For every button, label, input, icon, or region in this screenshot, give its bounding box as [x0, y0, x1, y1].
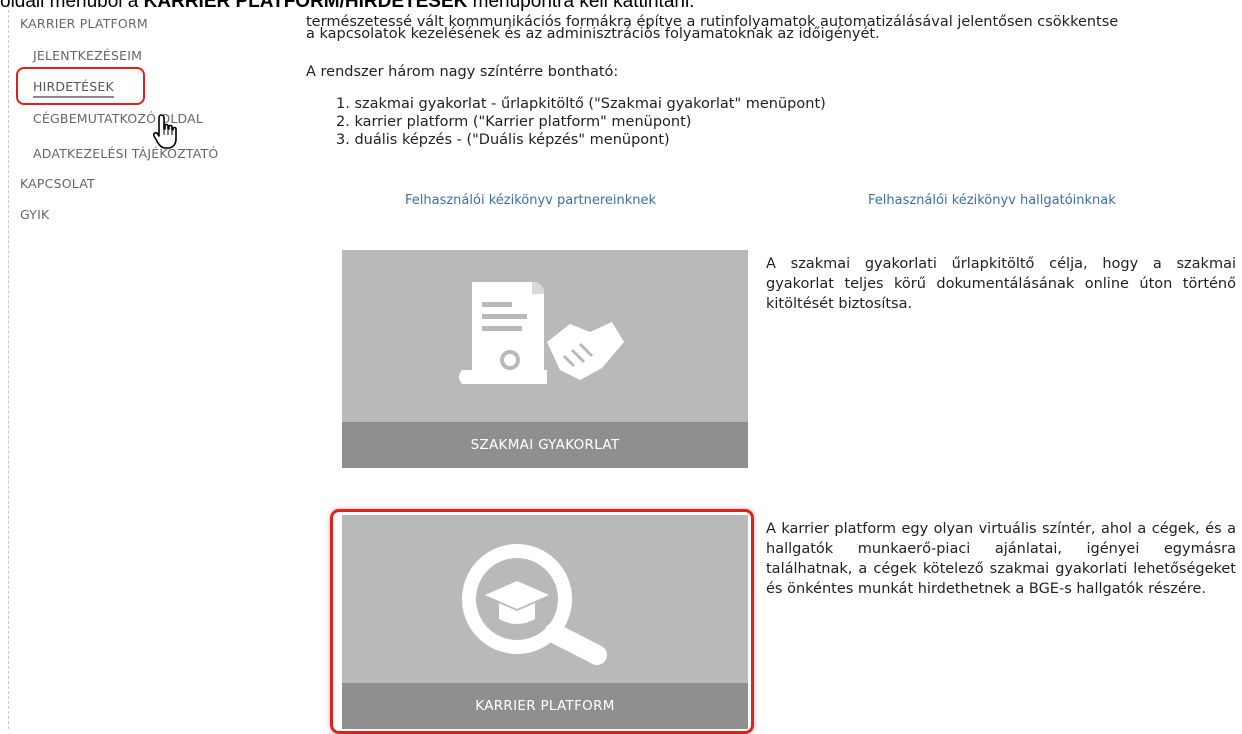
caption-prefix: oldali menüből a: [0, 0, 144, 12]
list-item: 1. szakmai gyakorlat - űrlapkitöltő ("Sz…: [336, 96, 826, 112]
sidebar-item-label: KARRIER PLATFORM: [20, 16, 148, 31]
caption-suffix: menüpontra kell kattintani.: [467, 0, 695, 12]
sidebar-item-karrier-platform[interactable]: KARRIER PLATFORM: [20, 16, 148, 31]
document-handshake-icon: [459, 282, 624, 384]
caption-bold: KARRIER PLATFORM/HIRDETÉSEK: [143, 0, 468, 12]
sidebar-item-jelentkezeseim[interactable]: JELENTKEZÉSEIM: [33, 48, 142, 63]
tile-label: SZAKMAI GYAKORLAT: [342, 422, 748, 468]
szakmai-gyakorlat-tile[interactable]: SZAKMAI GYAKORLAT: [342, 250, 748, 468]
sidebar-item-gyik[interactable]: GYIK: [20, 207, 49, 222]
sidebar-item-label: KAPCSOLAT: [20, 176, 95, 191]
sidebar-item-label: JELENTKEZÉSEIM: [33, 48, 143, 63]
areas-heading: A rendszer három nagy színtérre bontható…: [306, 64, 619, 80]
instruction-caption: oldali menüből a KARRIER PLATFORM/HIRDET…: [0, 0, 694, 13]
karrier-platform-description: A karrier platform egy olyan virtuális s…: [766, 521, 1236, 597]
main-content: természetessé vált kommunikációs formákr…: [306, 0, 1242, 734]
sidebar-item-adatkezelesi-tajekoztato[interactable]: ADATKEZELÉSI TÁJÉKOZTATÓ: [33, 146, 218, 161]
sidebar-divider: [8, 0, 10, 729]
sidebar: KARRIER PLATFORM JELENTKEZÉSEIM HIRDETÉS…: [0, 0, 300, 729]
highlight-box-hirdetesek: [16, 67, 145, 105]
manual-partners-link[interactable]: Felhasználói kézikönyv partnereinknek: [405, 193, 656, 208]
highlight-box-karrier-platform: [330, 509, 754, 734]
intro-line-2: a kapcsolatok kezelésének és az adminisz…: [306, 26, 880, 42]
sidebar-item-kapcsolat[interactable]: KAPCSOLAT: [20, 176, 95, 191]
sidebar-item-label: ADATKEZELÉSI TÁJÉKOZTATÓ: [33, 146, 219, 161]
manual-students-link[interactable]: Felhasználói kézikönyv hallgatóinknak: [868, 193, 1116, 208]
areas-list: 1. szakmai gyakorlat - űrlapkitöltő ("Sz…: [336, 95, 826, 149]
hand-pointer-icon: [152, 114, 177, 149]
list-item: 3. duális képzés - ("Duális képzés" menü…: [336, 132, 670, 148]
sidebar-item-label: GYIK: [20, 207, 50, 222]
szakmai-gyakorlat-description: A szakmai gyakorlati űrlapkitöltő célja,…: [766, 256, 1236, 312]
list-item: 2. karrier platform ("Karrier platform" …: [336, 114, 692, 130]
